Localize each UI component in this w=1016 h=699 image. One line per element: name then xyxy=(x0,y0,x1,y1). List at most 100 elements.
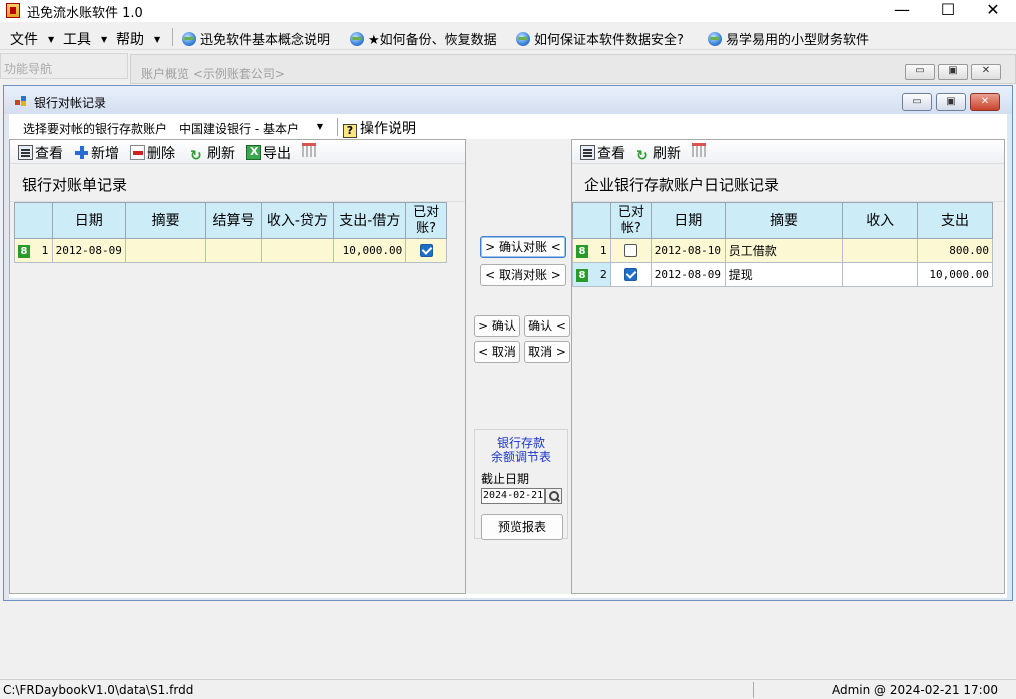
table-row[interactable]: 81 2012-08-10 员工借款 800.00 xyxy=(572,238,993,263)
left-refresh-button[interactable]: ↻ 刷新 xyxy=(190,143,235,164)
cancel-left-button[interactable]: < 取消 xyxy=(474,341,520,363)
account-overview-window[interactable]: 账户概览 <示例账套公司> ▭ ▣ ✕ xyxy=(130,54,1016,84)
link-backup-restore[interactable]: ★如何备份、恢复数据 xyxy=(350,29,497,48)
reconciled-checkbox[interactable] xyxy=(419,244,433,258)
left-add-button[interactable]: 新增 xyxy=(74,143,119,163)
link-small-finance[interactable]: 易学易用的小型财务软件 xyxy=(708,29,869,48)
cell-reconciled[interactable] xyxy=(609,262,652,287)
col-ref[interactable]: 结算号 xyxy=(205,202,262,239)
refresh-icon: ↻ xyxy=(636,148,648,164)
link-basic-concepts-label: 迅免软件基本概念说明 xyxy=(200,33,331,48)
cell-income[interactable] xyxy=(842,262,918,287)
right-refresh-button[interactable]: ↻ 刷新 xyxy=(636,143,681,164)
close-button[interactable]: ✕ xyxy=(970,0,1016,22)
row-header-corner xyxy=(572,202,611,239)
mdi-minimize-button[interactable]: ▭ xyxy=(902,93,932,111)
confirm-match-button[interactable]: > 确认对账 < xyxy=(480,236,566,258)
cell-reconciled[interactable] xyxy=(405,238,447,263)
cell-expense[interactable]: 10,000.00 xyxy=(333,238,407,263)
date-picker-button[interactable] xyxy=(545,488,562,504)
col-memo[interactable]: 摘要 xyxy=(724,202,844,239)
bank-reconcile-title: 银行对帐记录 xyxy=(34,96,107,110)
reconciled-checkbox[interactable] xyxy=(624,268,638,282)
left-columns-button[interactable] xyxy=(302,143,316,159)
minimize-button[interactable]: — xyxy=(879,0,925,22)
confirm-left-button[interactable]: > 确认 xyxy=(474,315,520,337)
cell-reconciled[interactable] xyxy=(609,238,652,263)
cutoff-date-input[interactable]: 2024-02-21 xyxy=(481,488,545,504)
view-icon xyxy=(580,145,595,160)
right-view-button[interactable]: 查看 xyxy=(580,143,625,163)
bank-statement-title: 银行对账单记录 xyxy=(22,176,128,194)
balance-report-link[interactable]: 银行存款 余额调节表 xyxy=(475,436,567,464)
row-header[interactable]: 82 xyxy=(572,262,611,287)
columns-icon xyxy=(692,143,706,157)
col-expense[interactable]: 支出-借方 xyxy=(333,202,407,239)
col-income[interactable]: 收入 xyxy=(842,202,918,239)
cell-income[interactable] xyxy=(842,238,918,263)
title-bar: 迅免流水账软件 1.0 — ☐ ✕ xyxy=(0,0,1016,22)
table-row[interactable]: 82 2012-08-09 提现 10,000.00 xyxy=(572,262,993,287)
cell-memo[interactable] xyxy=(124,238,207,263)
col-expense[interactable]: 支出 xyxy=(917,202,993,239)
bg-close-button[interactable]: ✕ xyxy=(971,64,1001,80)
menu-file[interactable]: 文件 ▼ xyxy=(10,29,54,49)
function-nav-panel[interactable]: 功能导航 xyxy=(0,53,128,79)
cell-expense[interactable]: 800.00 xyxy=(917,238,993,263)
mdi-maximize-button[interactable]: ▣ xyxy=(936,93,966,111)
preview-report-button[interactable]: 预览报表 xyxy=(481,514,563,540)
bg-minimize-button[interactable]: ▭ xyxy=(905,64,935,80)
left-export-button[interactable]: 导出 xyxy=(246,143,291,163)
cell-date[interactable]: 2012-08-10 xyxy=(650,238,726,263)
help-button[interactable]: ? 操作说明 xyxy=(343,118,416,138)
cell-date[interactable]: 2012-08-09 xyxy=(650,262,726,287)
maximize-button[interactable]: ☐ xyxy=(925,0,971,22)
link-data-security[interactable]: 如何保证本软件数据安全? xyxy=(516,29,684,48)
row-header[interactable]: 81 xyxy=(572,238,611,263)
account-selector-bar: 选择要对帐的银行存款账户 中国建设银行 - 基本户 ▼ ? 操作说明 xyxy=(13,116,1003,138)
bank-statement-table: 日期 摘要 结算号 收入-贷方 支出-借方 已对账? 81 2012-08-09 xyxy=(14,202,447,263)
cell-memo[interactable]: 提现 xyxy=(724,262,844,287)
cancel-right-button[interactable]: 取消 > xyxy=(524,341,570,363)
account-select[interactable]: 中国建设银行 - 基本户 ▼ xyxy=(177,118,327,136)
right-columns-button[interactable] xyxy=(692,143,706,159)
globe-icon xyxy=(182,32,196,46)
table-header-row: 已对帐? 日期 摘要 收入 支出 xyxy=(572,202,993,239)
status-bar: C:\FRDaybookV1.0\data\S1.frdd Admin @ 20… xyxy=(0,679,1016,699)
reconciled-checkbox[interactable] xyxy=(624,244,638,258)
link-basic-concepts[interactable]: 迅免软件基本概念说明 xyxy=(182,29,330,48)
chevron-down-icon: ▼ xyxy=(316,122,323,131)
bank-statement-toolbar: 查看 新增 删除 ↻ 刷新 导出 xyxy=(10,140,465,164)
row-status-icon: 8 xyxy=(576,268,588,282)
menu-tools-label: 工具 xyxy=(63,32,91,48)
link-backup-restore-label: ★如何备份、恢复数据 xyxy=(368,33,497,48)
left-delete-button[interactable]: 删除 xyxy=(130,143,175,163)
col-memo[interactable]: 摘要 xyxy=(124,202,207,239)
data-file-path: C:\FRDaybookV1.0\data\S1.frdd xyxy=(3,683,194,697)
cancel-match-button[interactable]: < 取消对账 > xyxy=(480,264,566,286)
row-header[interactable]: 81 xyxy=(14,238,53,263)
journal-title: 企业银行存款账户日记账记录 xyxy=(584,176,780,194)
col-date[interactable]: 日期 xyxy=(51,202,126,239)
left-view-button[interactable]: 查看 xyxy=(18,143,63,163)
col-income[interactable]: 收入-贷方 xyxy=(260,202,335,239)
left-add-label: 新增 xyxy=(91,146,119,162)
menu-tools[interactable]: 工具 ▼ xyxy=(63,29,107,49)
cell-ref[interactable] xyxy=(205,238,262,263)
mdi-close-button[interactable]: ✕ xyxy=(970,93,1000,111)
table-row[interactable]: 81 2012-08-09 10,000.00 xyxy=(14,238,447,263)
cell-expense[interactable]: 10,000.00 xyxy=(917,262,993,287)
confirm-right-button[interactable]: 确认 < xyxy=(524,315,570,337)
user-timestamp: Admin @ 2024-02-21 17:00 xyxy=(831,683,998,697)
cell-date[interactable]: 2012-08-09 xyxy=(51,238,126,263)
cell-income[interactable] xyxy=(260,238,335,263)
cell-memo[interactable]: 员工借款 xyxy=(724,238,844,263)
menu-help[interactable]: 帮助 ▼ xyxy=(116,29,160,49)
col-date[interactable]: 日期 xyxy=(650,202,726,239)
bg-maximize-button[interactable]: ▣ xyxy=(938,64,968,80)
journal-toolbar: 查看 ↻ 刷新 xyxy=(572,140,1004,164)
bank-statement-panel: 查看 新增 删除 ↻ 刷新 导出 银行对账单记录 日期 摘要 结算号 收入-贷方 xyxy=(9,139,466,594)
balance-report-box: 银行存款 余额调节表 截止日期 2024-02-21 预览报表 xyxy=(474,429,568,540)
col-reconciled[interactable]: 已对账? xyxy=(405,202,447,239)
col-reconciled[interactable]: 已对帐? xyxy=(609,202,652,239)
